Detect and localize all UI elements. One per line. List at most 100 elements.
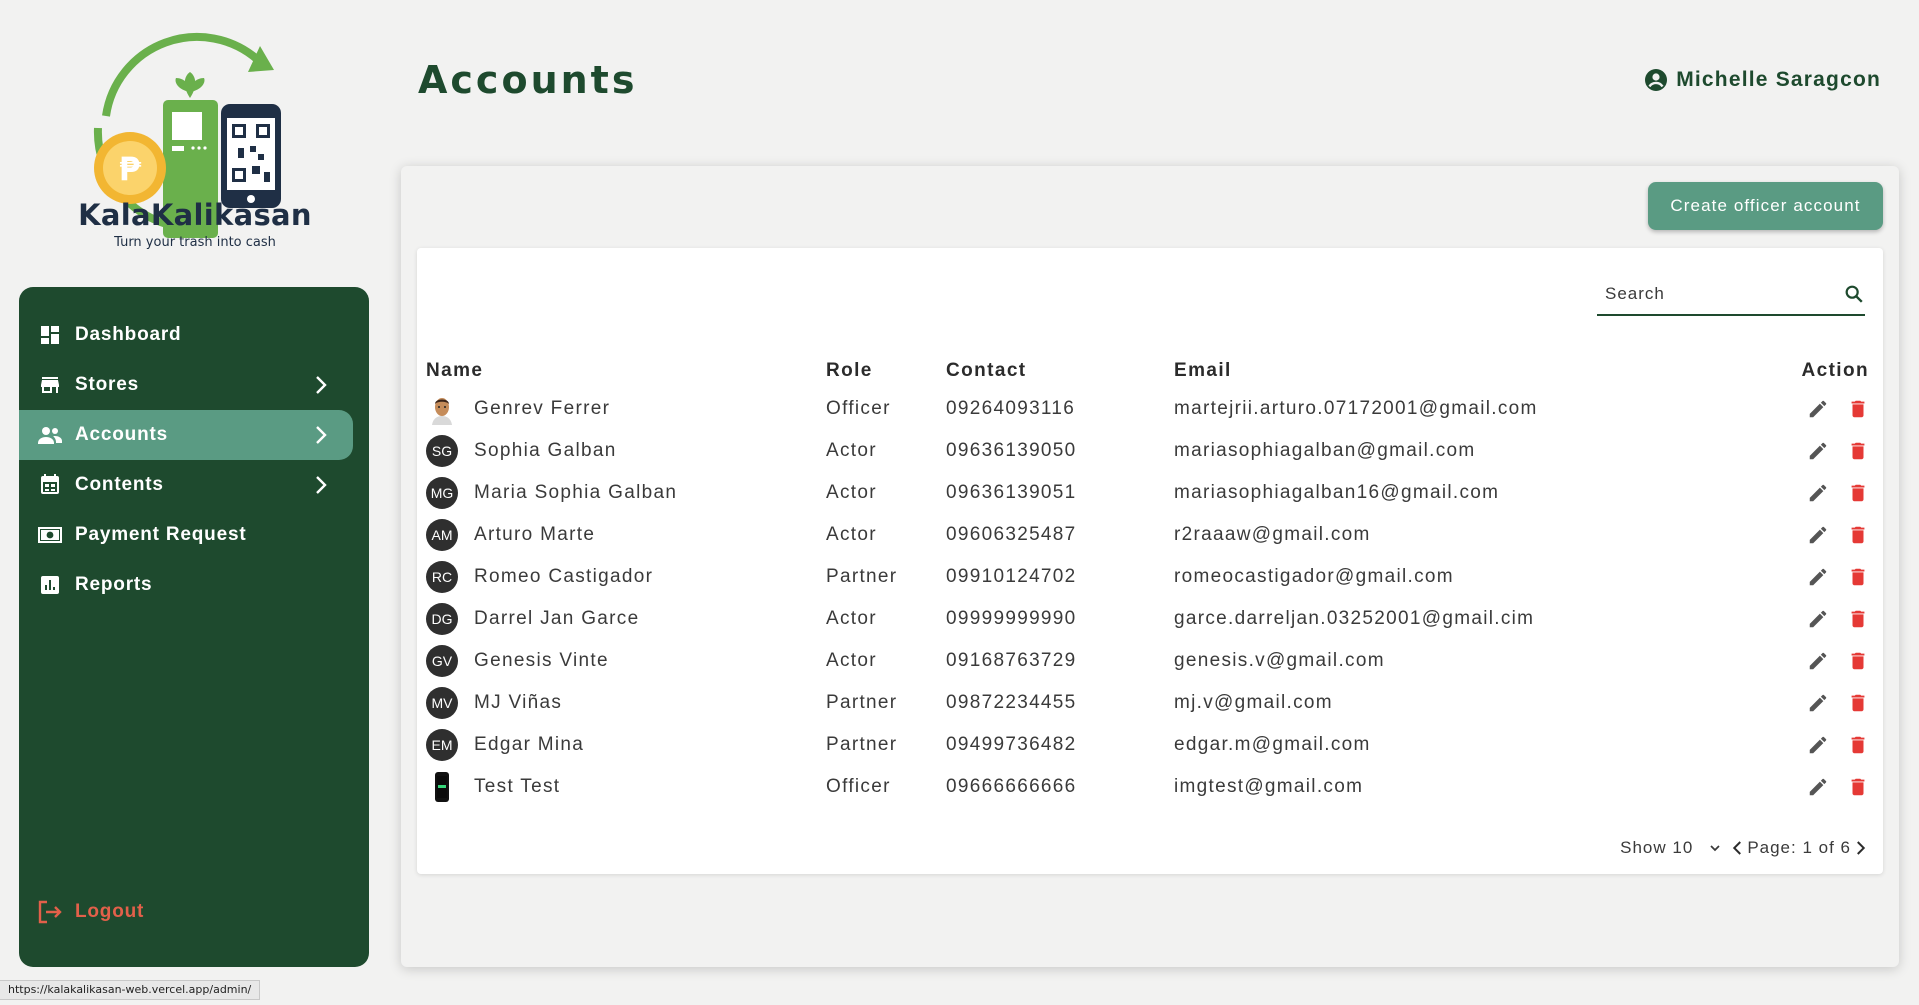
avatar	[426, 771, 458, 803]
chevron-right-icon	[316, 376, 327, 394]
edit-icon[interactable]	[1807, 566, 1829, 588]
user-menu[interactable]: Michelle Saragcon	[1644, 68, 1881, 92]
account-name: Genesis Vinte	[474, 650, 609, 671]
edit-icon[interactable]	[1807, 608, 1829, 630]
table-row: MV MJ Viñas Partner 09872234455 mj.v@gmai…	[417, 682, 1883, 724]
account-circle-icon	[1645, 69, 1668, 91]
account-name: Romeo Castigador	[474, 566, 654, 587]
table-row: EM Edgar Mina Partner 09499736482 edgar.m…	[417, 724, 1883, 766]
account-contact: 09636139050	[946, 440, 1077, 461]
search-input[interactable]	[1597, 274, 1827, 314]
row-actions	[1784, 566, 1869, 588]
name-cell: MV MJ Viñas	[426, 687, 826, 719]
table-row: AM Arturo Marte Actor 09606325487 r2raaaw…	[417, 514, 1883, 556]
sidebar-item-accounts[interactable]: Accounts	[19, 410, 353, 460]
table-row: MG Maria Sophia Galban Actor 09636139051 …	[417, 472, 1883, 514]
avatar: DG	[426, 603, 458, 635]
table-row: RC Romeo Castigador Partner 09910124702 r…	[417, 556, 1883, 598]
next-page-icon[interactable]	[1851, 839, 1869, 857]
account-email: edgar.m@gmail.com	[1174, 734, 1371, 755]
delete-icon[interactable]	[1847, 734, 1869, 756]
column-header-role[interactable]: Role	[826, 348, 946, 388]
delete-icon[interactable]	[1847, 398, 1869, 420]
account-name: MJ Viñas	[474, 692, 563, 713]
account-name: Test Test	[474, 776, 561, 797]
row-actions	[1784, 524, 1869, 546]
accounts-table-card: Name Role Contact Email Action Genrev Fe…	[417, 248, 1883, 874]
sidebar-item-label: Accounts	[75, 424, 168, 445]
name-cell: MG Maria Sophia Galban	[426, 477, 826, 509]
account-role: Partner	[826, 566, 898, 587]
sidebar-item-stores[interactable]: Stores	[19, 360, 353, 410]
column-header-contact[interactable]: Contact	[946, 348, 1174, 388]
account-name: Sophia Galban	[474, 440, 617, 461]
reports-icon	[37, 572, 63, 598]
sidebar-item-label: Contents	[75, 474, 164, 495]
previous-page-icon[interactable]	[1729, 839, 1747, 857]
row-actions	[1784, 482, 1869, 504]
user-name: Michelle Saragcon	[1676, 68, 1881, 91]
account-role: Actor	[826, 524, 877, 545]
delete-icon[interactable]	[1847, 776, 1869, 798]
edit-icon[interactable]	[1807, 734, 1829, 756]
account-role: Officer	[826, 398, 891, 419]
edit-icon[interactable]	[1807, 650, 1829, 672]
column-header-name[interactable]: Name	[417, 348, 826, 388]
brand-tagline: Turn your trash into cash	[114, 235, 276, 250]
logout-button[interactable]: Logout	[37, 899, 144, 925]
delete-icon[interactable]	[1847, 608, 1869, 630]
row-actions	[1784, 398, 1869, 420]
sidebar-item-label: Stores	[75, 374, 139, 395]
delete-icon[interactable]	[1847, 440, 1869, 462]
edit-icon[interactable]	[1807, 524, 1829, 546]
sidebar-item-reports[interactable]: Reports	[19, 560, 353, 610]
name-cell: Test Test	[426, 771, 826, 803]
rows-per-page-select[interactable]: Show 10	[1620, 838, 1723, 858]
row-actions	[1784, 776, 1869, 798]
account-contact: 09666666666	[946, 776, 1077, 797]
edit-icon[interactable]	[1807, 482, 1829, 504]
search-box	[1597, 274, 1865, 316]
edit-icon[interactable]	[1807, 776, 1829, 798]
account-role: Partner	[826, 692, 898, 713]
account-email: garce.darreljan.03252001@gmail.cim	[1174, 608, 1535, 629]
delete-icon[interactable]	[1847, 650, 1869, 672]
delete-icon[interactable]	[1847, 524, 1869, 546]
delete-icon[interactable]	[1847, 566, 1869, 588]
avatar	[426, 393, 458, 425]
account-role: Actor	[826, 608, 877, 629]
rows-per-page-label: Show 10	[1620, 838, 1694, 857]
delete-icon[interactable]	[1847, 482, 1869, 504]
table-header-row: Name Role Contact Email Action	[417, 348, 1883, 388]
column-header-email[interactable]: Email	[1174, 348, 1784, 388]
account-name: Arturo Marte	[474, 524, 596, 545]
edit-icon[interactable]	[1807, 440, 1829, 462]
row-actions	[1784, 692, 1869, 714]
create-officer-account-button[interactable]: Create officer account	[1648, 182, 1883, 230]
name-cell: EM Edgar Mina	[426, 729, 826, 761]
account-contact: 09872234455	[946, 692, 1077, 713]
edit-icon[interactable]	[1807, 398, 1829, 420]
table-row: Test Test Officer 09666666666 imgtest@gm…	[417, 766, 1883, 808]
delete-icon[interactable]	[1847, 692, 1869, 714]
people-icon	[37, 422, 63, 448]
svg-text:₱: ₱	[119, 150, 142, 188]
sidebar-item-contents[interactable]: Contents	[19, 460, 353, 510]
search-icon[interactable]	[1843, 283, 1865, 305]
brand-name: KalaKalikasan	[78, 198, 312, 232]
account-contact: 09264093116	[946, 398, 1076, 419]
name-cell: GV Genesis Vinte	[426, 645, 826, 677]
table-row: SG Sophia Galban Actor 09636139050 marias…	[417, 430, 1883, 472]
avatar: MG	[426, 477, 458, 509]
account-name: Edgar Mina	[474, 734, 585, 755]
account-role: Actor	[826, 650, 877, 671]
name-cell: RC Romeo Castigador	[426, 561, 826, 593]
sidebar-item-payment-request[interactable]: Payment Request	[19, 510, 353, 560]
sidebar-item-dashboard[interactable]: Dashboard	[19, 310, 353, 360]
dashboard-icon	[37, 322, 63, 348]
account-email: genesis.v@gmail.com	[1174, 650, 1385, 671]
row-actions	[1784, 650, 1869, 672]
edit-icon[interactable]	[1807, 692, 1829, 714]
chevron-right-icon	[316, 476, 327, 494]
avatar: MV	[426, 687, 458, 719]
